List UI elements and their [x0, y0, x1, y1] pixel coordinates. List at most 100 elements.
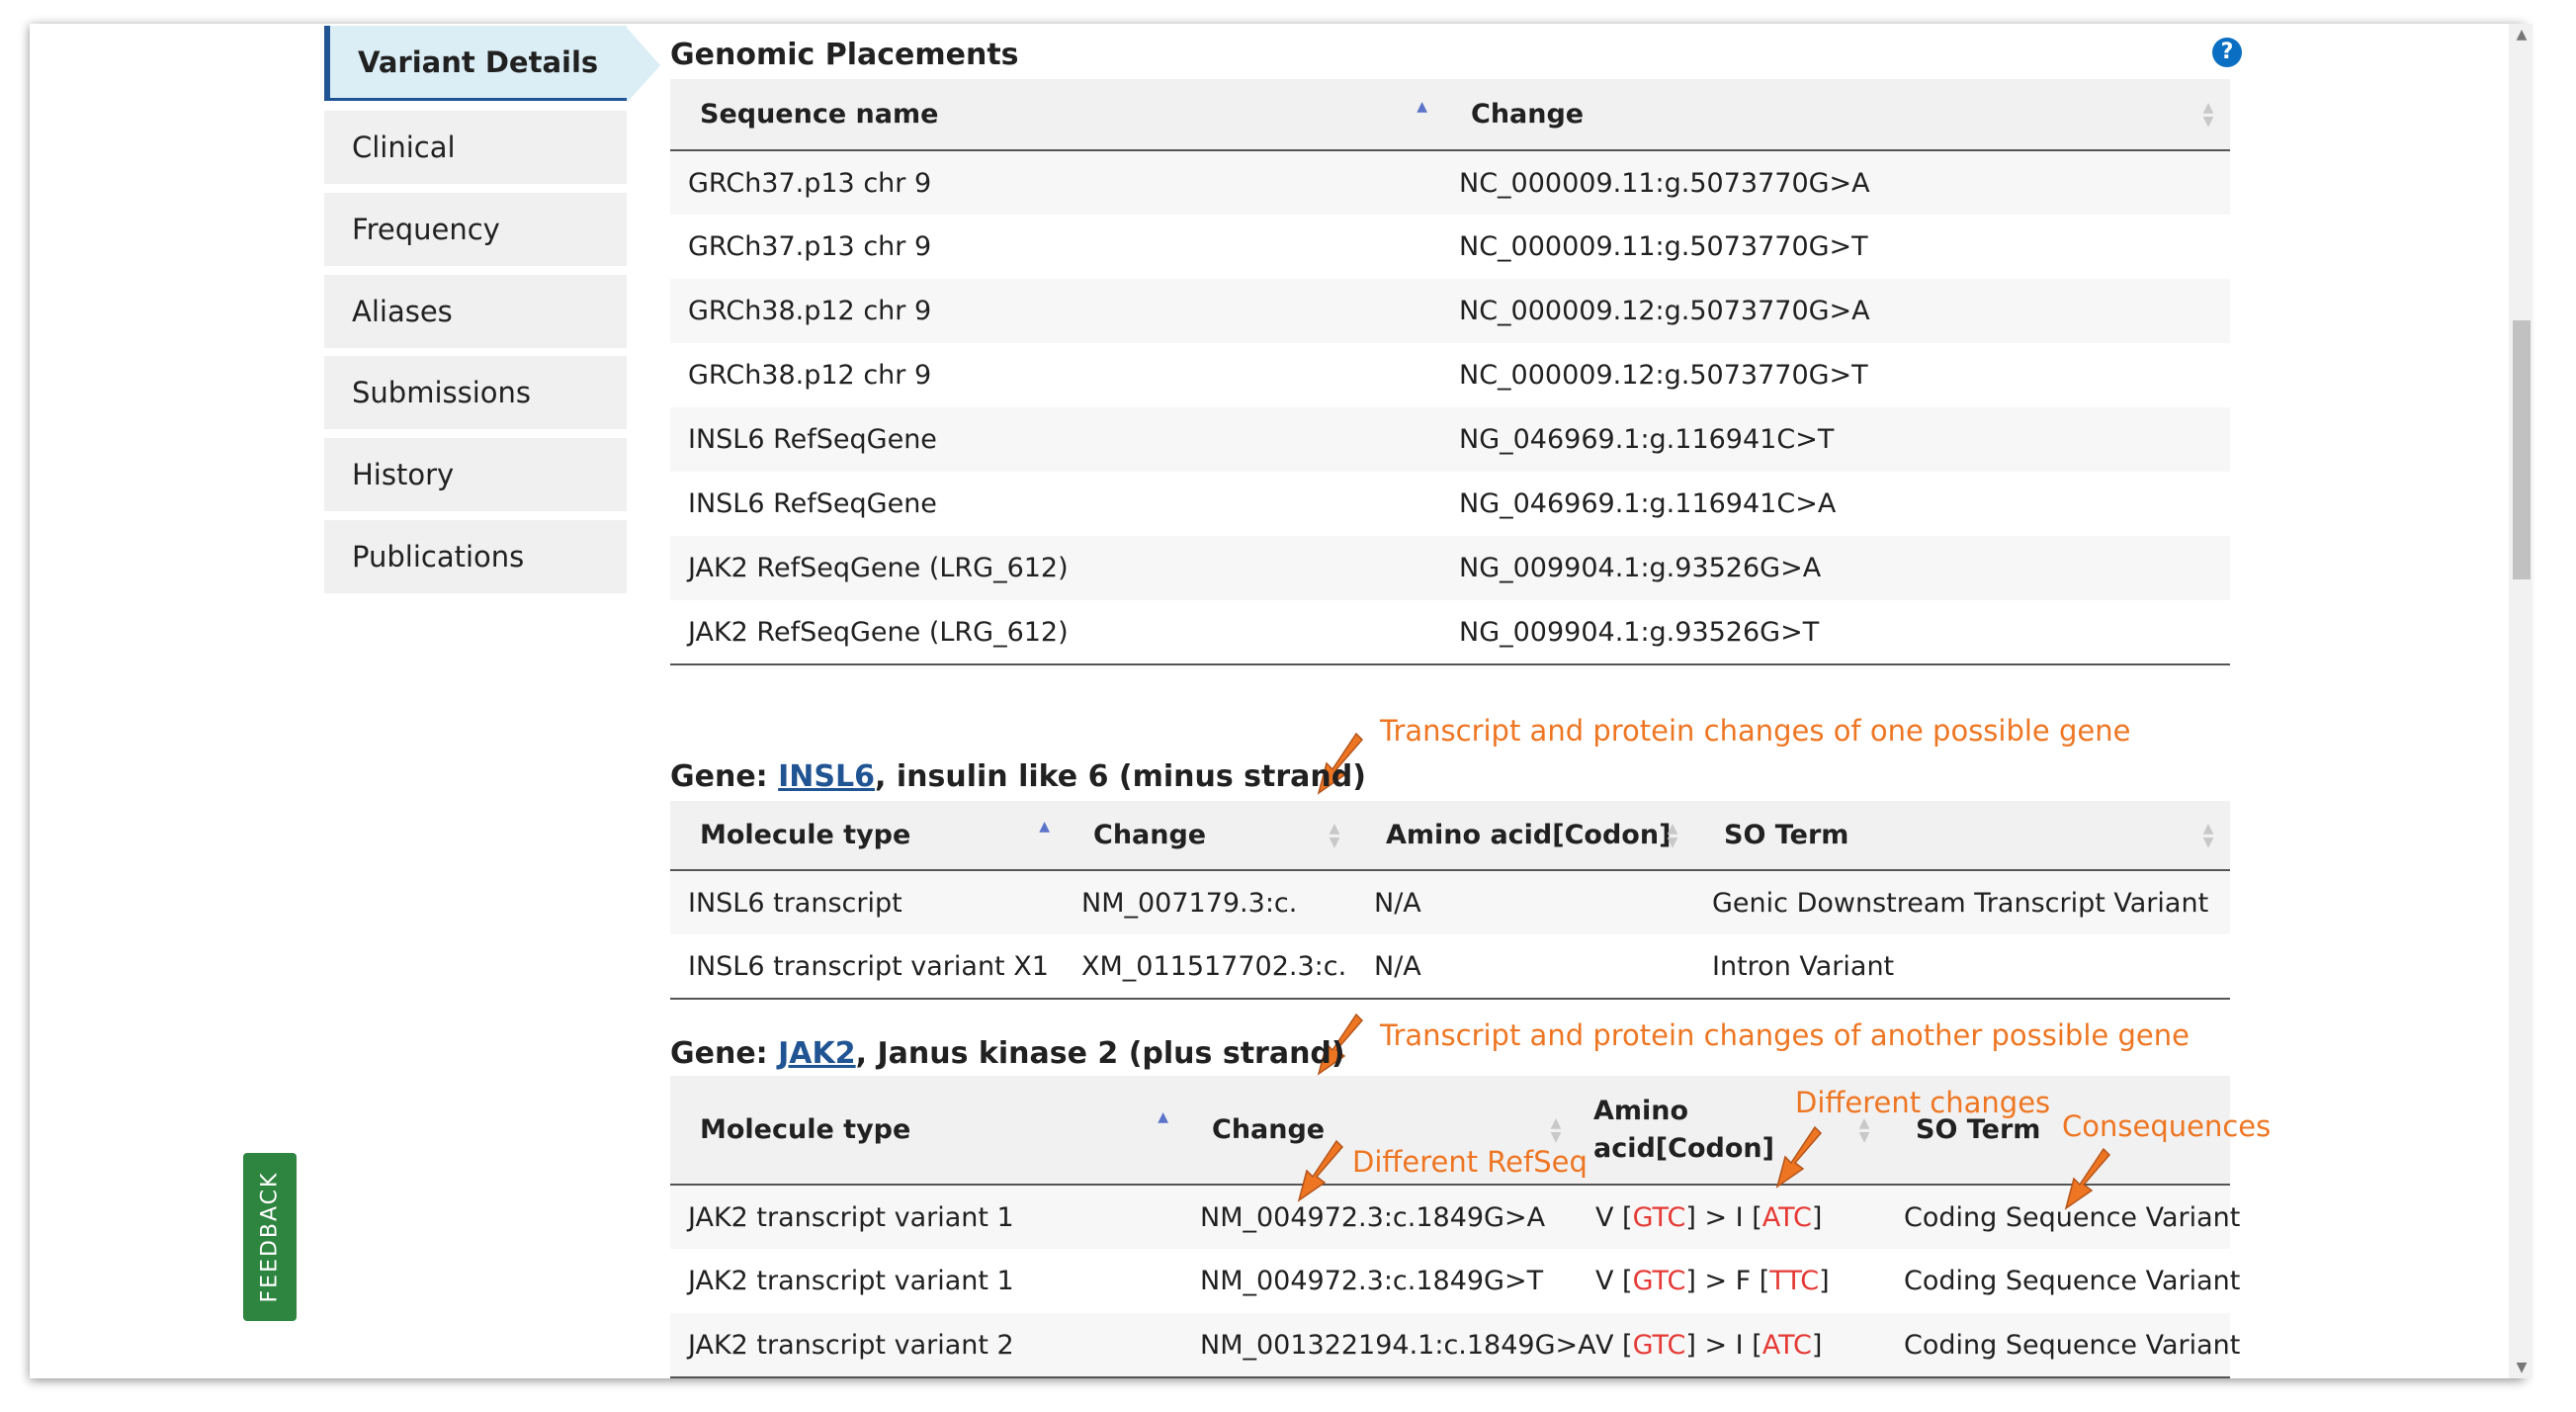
sidebar-item-label: Publications: [352, 540, 525, 574]
sidebar-item-label: Frequency: [352, 213, 500, 246]
table-row: INSL6 transcript variant X1 XM_011517702…: [670, 934, 2230, 1000]
gene-insl6-title: Gene: INSL6, insulin like 6 (minus stran…: [670, 759, 1366, 794]
annotation-arrow-icon: [1775, 1125, 1823, 1189]
cell-amino-acid: N/A: [1356, 870, 1694, 934]
annotation-consequences: Consequences: [2062, 1109, 2272, 1143]
sidebar-item-clinical-significance[interactable]: Clinical Significance: [324, 111, 627, 237]
column-header-so-term[interactable]: SO Term ▲ ▼: [1694, 801, 2230, 871]
table-row: GRCh38.p12 chr 9 NC_000009.12:g.5073770G…: [670, 343, 2230, 407]
cell-change: NG_046969.1:g.116941C>A: [1441, 472, 2230, 536]
cell-so-term: Genic Downstream Transcript Variant: [1694, 870, 2230, 934]
table-row: GRCh37.p13 chr 9 NC_000009.11:g.5073770G…: [670, 150, 2230, 215]
cell-change: NM_007179.3:c.: [1064, 870, 1356, 934]
gene-link-jak2[interactable]: JAK2: [778, 1036, 856, 1071]
annotation-different-changes: Different changes: [1795, 1086, 2051, 1119]
cell-molecule-type: INSL6 transcript: [670, 870, 1064, 934]
sort-icon: ▲ ▼: [1858, 1114, 1870, 1145]
annotation-different-refseq: Different RefSeq: [1352, 1145, 1588, 1179]
cell-change: NG_046969.1:g.116941C>T: [1441, 407, 2230, 472]
cell-molecule-type: JAK2 transcript variant 1: [670, 1185, 1182, 1249]
cell-change: NG_009904.1:g.93526G>A: [1441, 536, 2230, 600]
sidebar-item-history[interactable]: History: [324, 438, 627, 511]
cell-sequence-name: JAK2 RefSeqGene (LRG_612): [670, 600, 1441, 665]
browser-window: Variant Details Clinical Significance Fr…: [30, 24, 2525, 1378]
table-row: JAK2 transcript variant 1 NM_004972.3:c.…: [670, 1185, 2240, 1249]
sidebar-item-frequency[interactable]: Frequency: [324, 193, 627, 266]
sort-icon: ▲ ▼: [1667, 820, 1678, 850]
sidebar-item-label: Variant Details: [358, 45, 599, 79]
cell-change: NC_000009.12:g.5073770G>A: [1441, 279, 2230, 343]
sidebar-item-label: History: [352, 458, 455, 491]
column-header-molecule-type[interactable]: Molecule type ▲: [670, 1076, 1182, 1186]
sort-icon: ▲ ▼: [1329, 820, 1340, 850]
table-row: JAK2 transcript variant 1 NM_004972.3:c.…: [670, 1249, 2240, 1313]
annotation-arrow-icon: [1297, 1139, 1344, 1202]
scroll-down-icon[interactable]: ▼: [2513, 1359, 2531, 1376]
cell-sequence-name: INSL6 RefSeqGene: [670, 407, 1441, 472]
scrollbar-track[interactable]: [2509, 24, 2533, 1378]
sort-icon: ▲ ▼: [1550, 1114, 1562, 1145]
cell-change: NM_001322194.1:c.1849G>A: [1182, 1313, 1596, 1378]
table-row: INSL6 RefSeqGene NG_046969.1:g.116941C>T: [670, 407, 2230, 472]
sort-ascending-icon: ▲: [1039, 819, 1050, 835]
cell-so-term: Coding Sequence Variant: [1886, 1313, 2240, 1378]
cell-molecule-type: JAK2 transcript variant 1: [670, 1249, 1182, 1313]
sidebar-item-publications[interactable]: Publications: [324, 520, 627, 593]
cell-sequence-name: GRCh38.p12 chr 9: [670, 343, 1441, 407]
cell-molecule-type: JAK2 transcript variant 2: [670, 1313, 1182, 1378]
cell-so-term: Coding Sequence Variant: [1886, 1185, 2240, 1249]
column-header-amino-acid[interactable]: Amino acid[Codon] ▲ ▼: [1356, 801, 1694, 871]
column-header-molecule-type[interactable]: Molecule type ▲: [670, 801, 1064, 871]
cell-change: NG_009904.1:g.93526G>T: [1441, 600, 2230, 665]
table-row: INSL6 RefSeqGene NG_046969.1:g.116941C>A: [670, 472, 2230, 536]
gene-jak2-title: Gene: JAK2, Janus kinase 2 (plus strand): [670, 1036, 1345, 1071]
genomic-placements-table: Sequence name ▲ Change ▲ ▼ GRCh37.p13 chr…: [670, 79, 2230, 665]
cell-amino-acid: N/A: [1356, 934, 1694, 1000]
cell-change: XM_011517702.3:c.: [1064, 934, 1356, 1000]
cell-sequence-name: GRCh38.p12 chr 9: [670, 279, 1441, 343]
cell-amino-acid: V [GTC] > I [ATC]: [1578, 1185, 1886, 1249]
cell-so-term: Intron Variant: [1694, 934, 2230, 1000]
cell-molecule-type: INSL6 transcript variant X1: [670, 934, 1064, 1000]
active-tab-pointer: [627, 28, 660, 103]
sidebar-item-variant-details[interactable]: Variant Details: [324, 26, 627, 101]
cell-change: NM_004972.3:c.1849G>T: [1182, 1249, 1578, 1313]
gene-insl6-table: Molecule type ▲ Change ▲ ▼ Amino acid[Cod…: [670, 801, 2230, 1000]
column-header-change[interactable]: Change ▲ ▼: [1441, 79, 2230, 151]
table-row: GRCh37.p13 chr 9 NC_000009.11:g.5073770G…: [670, 215, 2230, 279]
cell-sequence-name: GRCh37.p13 chr 9: [670, 150, 1441, 215]
cell-sequence-name: INSL6 RefSeqGene: [670, 472, 1441, 536]
table-row: JAK2 RefSeqGene (LRG_612) NG_009904.1:g.…: [670, 600, 2230, 665]
annotation-gene2: Transcript and protein changes of anothe…: [1380, 1018, 2190, 1052]
cell-so-term: Coding Sequence Variant: [1886, 1249, 2240, 1313]
cell-sequence-name: JAK2 RefSeqGene (LRG_612): [670, 536, 1441, 600]
gene-jak2-table: Molecule type ▲ Change ▲ ▼ Amino acid[Cod…: [670, 1076, 2240, 1378]
scroll-up-icon[interactable]: ▲: [2513, 26, 2531, 44]
sidebar-item-label: Aliases: [352, 295, 453, 328]
sort-ascending-icon: ▲: [1417, 99, 1427, 115]
table-row: JAK2 transcript variant 2 NM_001322194.1…: [670, 1313, 2240, 1378]
sidebar-item-aliases[interactable]: Aliases: [324, 275, 627, 348]
sort-icon: ▲ ▼: [2202, 820, 2214, 850]
cell-amino-acid: V [GTC] > I [ATC]: [1578, 1313, 1886, 1378]
cell-amino-acid: V [GTC] > F [TTC]: [1578, 1249, 1886, 1313]
table-row: INSL6 transcript NM_007179.3:c. N/A Geni…: [670, 870, 2230, 934]
gene-link-insl6[interactable]: INSL6: [778, 759, 875, 794]
sort-ascending-icon: ▲: [1158, 1109, 1168, 1125]
table-row: JAK2 RefSeqGene (LRG_612) NG_009904.1:g.…: [670, 536, 2230, 600]
feedback-label: FEEDBACK: [257, 1171, 283, 1303]
genomic-placements-title: Genomic Placements: [670, 38, 1019, 72]
sort-icon: ▲ ▼: [2202, 99, 2214, 130]
table-row: GRCh38.p12 chr 9 NC_000009.12:g.5073770G…: [670, 279, 2230, 343]
cell-change: NC_000009.12:g.5073770G>T: [1441, 343, 2230, 407]
cell-change: NC_000009.11:g.5073770G>T: [1441, 215, 2230, 279]
column-header-change[interactable]: Change ▲ ▼: [1064, 801, 1356, 871]
feedback-button[interactable]: FEEDBACK: [243, 1153, 297, 1321]
cell-sequence-name: GRCh37.p13 chr 9: [670, 215, 1441, 279]
scrollbar-thumb[interactable]: [2513, 320, 2531, 579]
cell-change: NM_004972.3:c.1849G>A: [1182, 1185, 1578, 1249]
column-header-sequence-name[interactable]: Sequence name ▲: [670, 79, 1441, 151]
sidebar-item-submissions[interactable]: Submissions: [324, 356, 627, 429]
question-circle-icon[interactable]: ?: [2212, 38, 2242, 67]
annotation-arrow-icon: [2064, 1147, 2111, 1210]
